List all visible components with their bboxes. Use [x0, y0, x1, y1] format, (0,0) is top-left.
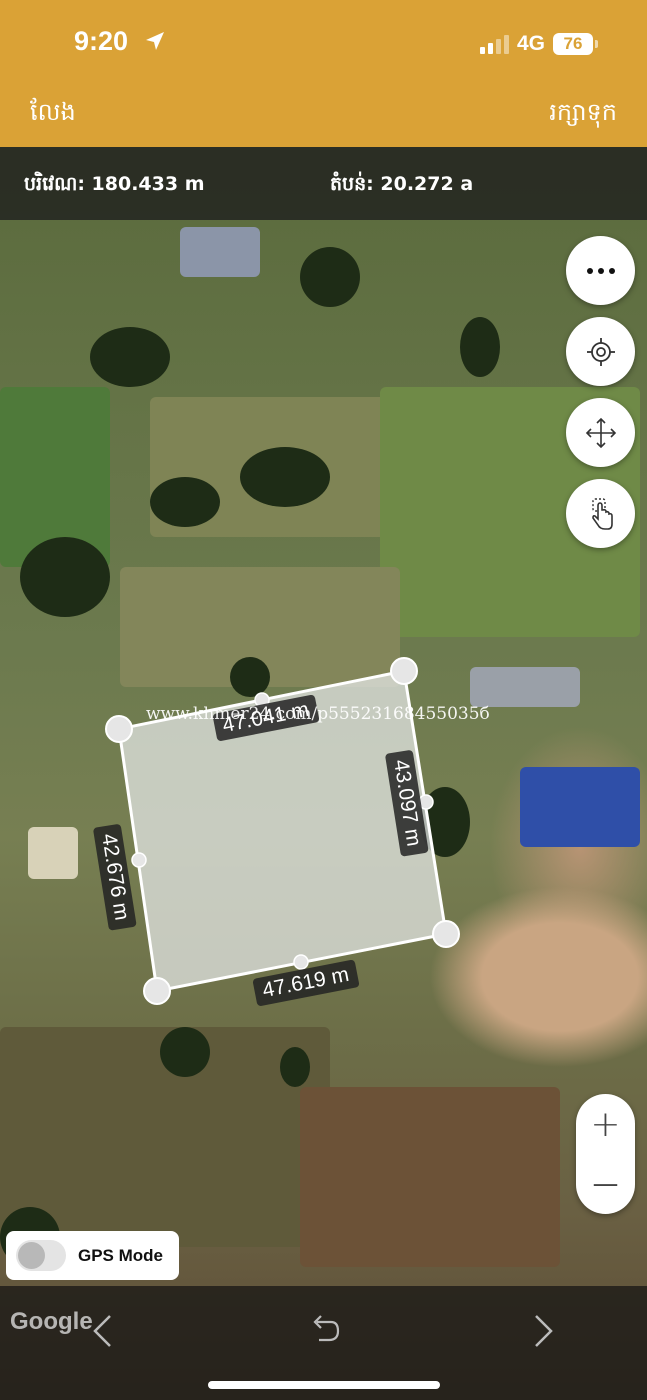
cancel-button[interactable]: លែង: [30, 97, 76, 132]
midpoint-handle[interactable]: [131, 852, 147, 868]
locate-me-button[interactable]: [566, 317, 635, 386]
toggle-knob: [18, 1242, 45, 1269]
hand-touch-icon: [591, 497, 613, 530]
network-label: 4G: [516, 32, 545, 55]
status-indicators: 4G 76: [479, 32, 598, 56]
move-mode-button[interactable]: [566, 398, 635, 467]
vertex-handle[interactable]: [432, 920, 460, 948]
signal-icon: [479, 34, 509, 54]
midpoint-handle[interactable]: [293, 954, 309, 970]
perimeter-readout: បរិវេណ: 180.433 m: [24, 173, 205, 195]
crosshair-icon: [586, 337, 615, 366]
home-indicator[interactable]: [208, 1381, 440, 1389]
location-arrow-icon: [146, 32, 164, 50]
area-readout: តំបន់: 20.272 a: [330, 173, 474, 195]
zoom-in-button[interactable]: +: [576, 1094, 635, 1154]
google-attribution: Google: [10, 1308, 93, 1335]
gps-mode-label: GPS Mode: [78, 1246, 164, 1265]
undo-button[interactable]: [307, 1312, 341, 1346]
gps-mode-toggle[interactable]: [16, 1240, 66, 1271]
zoom-control: + —: [576, 1094, 635, 1214]
status-time: 9:20: [74, 26, 164, 57]
minus-icon: —: [592, 1169, 619, 1199]
app-header: 9:20 4G 76 លែង រក្សាទុក: [0, 0, 647, 147]
gps-mode-panel: GPS Mode: [6, 1231, 179, 1280]
more-options-button[interactable]: [566, 236, 635, 305]
battery-icon: 76: [553, 33, 598, 55]
vertex-handle[interactable]: [105, 715, 133, 743]
battery-level: 76: [563, 34, 583, 53]
plus-icon: +: [590, 1103, 621, 1145]
clock-text: 9:20: [74, 26, 129, 56]
zoom-out-button[interactable]: —: [576, 1154, 635, 1214]
vertex-handle[interactable]: [143, 977, 171, 1005]
back-arrow-button[interactable]: [92, 1314, 114, 1348]
forward-arrow-button[interactable]: [532, 1314, 554, 1348]
ellipsis-icon: [586, 267, 615, 274]
watermark-text: www.khmer24.com/p55523168455035б: [146, 704, 490, 724]
vertex-handle[interactable]: [390, 657, 418, 685]
measurement-info-bar: បរិវេណ: 180.433 m តំបន់: 20.272 a: [0, 147, 647, 220]
touch-mode-button[interactable]: [566, 479, 635, 548]
move-arrows-icon: [585, 417, 616, 448]
save-button[interactable]: រក្សាទុក: [549, 97, 617, 132]
